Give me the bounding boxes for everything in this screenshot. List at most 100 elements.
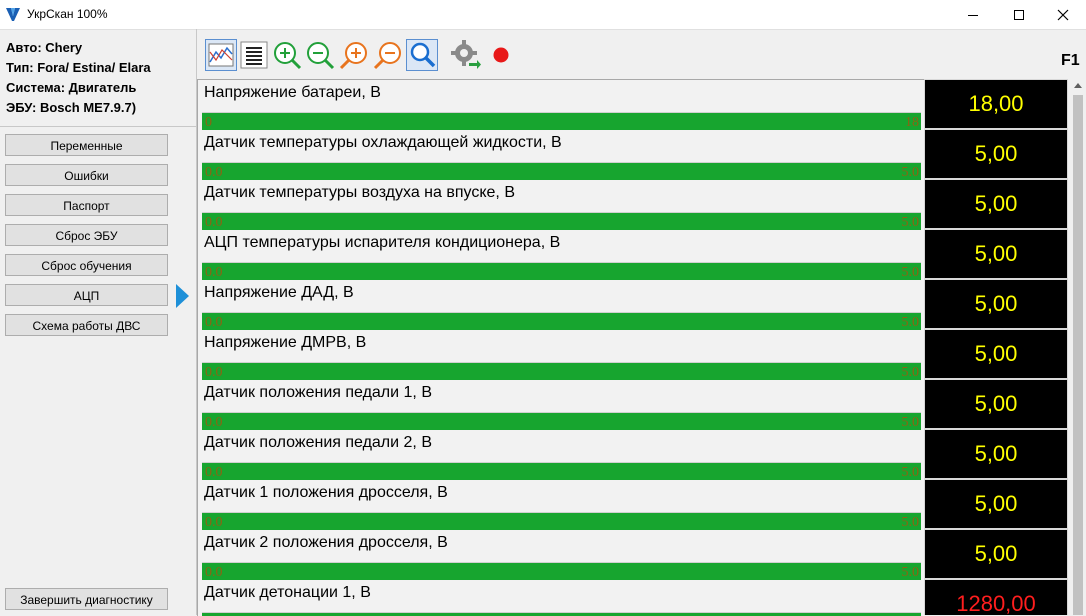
parameter-bar: 0.0 5.0	[202, 462, 921, 480]
scrollbar-thumb[interactable]	[1073, 95, 1083, 615]
nav-reset-learning-button[interactable]: Сброс обучения	[5, 254, 168, 276]
vehicle-type: Тип: Fora/ Estina/ Elara	[6, 60, 151, 75]
nav-reset-ecu-button[interactable]: Сброс ЭБУ	[5, 224, 168, 246]
parameter-value: 1280,00	[924, 579, 1068, 615]
parameter-label: Датчик 1 положения дросселя, В	[204, 484, 448, 501]
bar-min-value: 0.0	[205, 315, 223, 330]
toolbar	[197, 30, 1086, 78]
zoom-in-orange-icon	[339, 42, 367, 70]
table-view-button[interactable]	[238, 39, 270, 71]
bar-max-value: 5.0	[901, 465, 920, 480]
parameter-bar: 0.0 5.0	[202, 162, 921, 180]
table-view-icon	[240, 41, 268, 69]
parameter-label: Напряжение батареи, В	[204, 84, 381, 101]
settings-export-icon	[451, 40, 481, 69]
bar-max-value: 5.0	[901, 265, 920, 280]
parameter-value: 5,00	[924, 429, 1068, 479]
zoom-out-orange-icon	[373, 42, 401, 70]
bar-min-value: 0.0	[205, 465, 223, 480]
parameter-label: Датчик положения педали 1, В	[204, 384, 432, 401]
info-separator	[0, 126, 196, 127]
title-bar: УкрСкан 100%	[0, 0, 1086, 30]
vehicle-system: Система: Двигатель	[6, 80, 137, 95]
parameter-value: 18,00	[924, 79, 1068, 129]
vertical-scrollbar[interactable]	[1070, 79, 1086, 615]
parameter-bar: 0.0 5.0	[202, 412, 921, 430]
bar-min-value: 0	[205, 115, 212, 130]
parameter-label: Датчик 2 положения дросселя, В	[204, 534, 448, 551]
search-button[interactable]	[406, 39, 438, 71]
maximize-icon	[1014, 9, 1024, 20]
nav-variables-button[interactable]: Переменные	[5, 134, 168, 156]
zoom-out-green-icon	[307, 42, 335, 70]
bar-min-value: 0.0	[205, 165, 223, 180]
parameter-row[interactable]: Датчик 2 положения дросселя, В 0.0 5.0	[198, 530, 923, 580]
parameter-bar: 0 18	[202, 112, 921, 130]
zoom-out-orange-button[interactable]	[372, 39, 404, 71]
parameter-list: Напряжение батареи, В 0 18 Датчик температу…	[197, 79, 925, 616]
parameter-row[interactable]: Датчик положения педали 1, В 0.0 5.0	[198, 380, 923, 430]
bar-min-value: 0.0	[205, 415, 223, 430]
window-title: УкрСкан 100%	[27, 7, 108, 21]
bar-max-value: 5.0	[901, 165, 920, 180]
vehicle-make: Авто: Chery	[6, 40, 83, 55]
bar-max-value: 5.0	[901, 515, 920, 530]
parameter-row[interactable]: Напряжение батареи, В 0 18	[198, 80, 923, 130]
parameter-label: Датчик детонации 1, В	[204, 584, 371, 601]
parameter-bar: 0.0 5.0	[202, 262, 921, 280]
bar-max-value: 5.0	[901, 315, 920, 330]
parameter-row[interactable]: Напряжение ДАД, В 0.0 5.0	[198, 280, 923, 330]
nav-engine-scheme-button[interactable]: Схема работы ДВС	[5, 314, 168, 336]
parameter-row[interactable]: Датчик 1 положения дросселя, В 0.0 5.0	[198, 480, 923, 530]
parameter-row[interactable]: Датчик детонации 1, В	[198, 580, 923, 616]
value-column: 18,00 5,00 5,00 5,00 5,00 5,00 5,00 5,00 5,00 5,0…	[924, 79, 1068, 615]
parameter-bar: 0.0 5.0	[202, 362, 921, 380]
parameter-bar: 0.0 5.0	[202, 312, 921, 330]
scroll-up-arrow-icon[interactable]	[1074, 83, 1082, 88]
parameter-label: АЦП температуры испарителя кондиционера,…	[204, 234, 561, 251]
parameter-row[interactable]: Датчик температуры охлаждающей жидкости,…	[198, 130, 923, 180]
parameter-value: 5,00	[924, 179, 1068, 229]
zoom-in-orange-button[interactable]	[338, 39, 370, 71]
settings-export-button[interactable]	[450, 39, 482, 71]
parameter-row[interactable]: АЦП температуры испарителя кондиционера,…	[198, 230, 923, 280]
close-button[interactable]	[1040, 0, 1086, 29]
parameter-value: 5,00	[924, 279, 1068, 329]
bar-min-value: 0.0	[205, 515, 223, 530]
finish-diagnostics-button[interactable]: Завершить диагностику	[5, 588, 168, 610]
nav-passport-button[interactable]: Паспорт	[5, 194, 168, 216]
graph-view-button[interactable]	[205, 39, 237, 71]
parameter-label: Датчик положения педали 2, В	[204, 434, 432, 451]
maximize-button[interactable]	[996, 0, 1042, 29]
zoom-in-green-icon	[274, 42, 302, 70]
nav-errors-button[interactable]: Ошибки	[5, 164, 168, 186]
parameter-label: Напряжение ДМРВ, В	[204, 334, 367, 351]
zoom-in-green-button[interactable]	[271, 39, 303, 71]
parameter-bar	[202, 612, 921, 616]
bar-min-value: 0.0	[205, 265, 223, 280]
bar-max-value: 5.0	[901, 365, 920, 380]
parameter-row[interactable]: Датчик положения педали 2, В 0.0 5.0	[198, 430, 923, 480]
record-icon	[493, 47, 509, 63]
vehicle-info: Авто: Chery Тип: Fora/ Estina/ Elara Сис…	[6, 38, 151, 118]
zoom-out-green-button[interactable]	[304, 39, 336, 71]
app-logo-icon	[6, 8, 20, 21]
vehicle-ecu: ЭБУ: Bosch ME7.9.7)	[6, 100, 137, 115]
parameter-label: Датчик температуры воздуха на впуске, В	[204, 184, 515, 201]
minimize-button[interactable]	[950, 0, 996, 29]
bar-max-value: 18	[905, 115, 919, 130]
parameter-row[interactable]: Датчик температуры воздуха на впуске, В 0…	[198, 180, 923, 230]
parameter-row[interactable]: Напряжение ДМРВ, В 0.0 5.0	[198, 330, 923, 380]
parameter-bar: 0.0 5.0	[202, 512, 921, 530]
parameter-value: 5,00	[924, 479, 1068, 529]
bar-min-value: 0.0	[205, 365, 223, 380]
bar-min-value: 0.0	[205, 565, 223, 580]
parameter-label: Датчик температуры охлаждающей жидкости,…	[204, 134, 562, 151]
parameter-value: 5,00	[924, 329, 1068, 379]
nav-adc-button[interactable]: АЦП	[5, 284, 168, 306]
parameter-value: 5,00	[924, 529, 1068, 579]
record-button[interactable]	[489, 39, 511, 71]
parameter-bar: 0.0 5.0	[202, 562, 921, 580]
bar-max-value: 5.0	[901, 415, 920, 430]
parameter-value: 5,00	[924, 379, 1068, 429]
